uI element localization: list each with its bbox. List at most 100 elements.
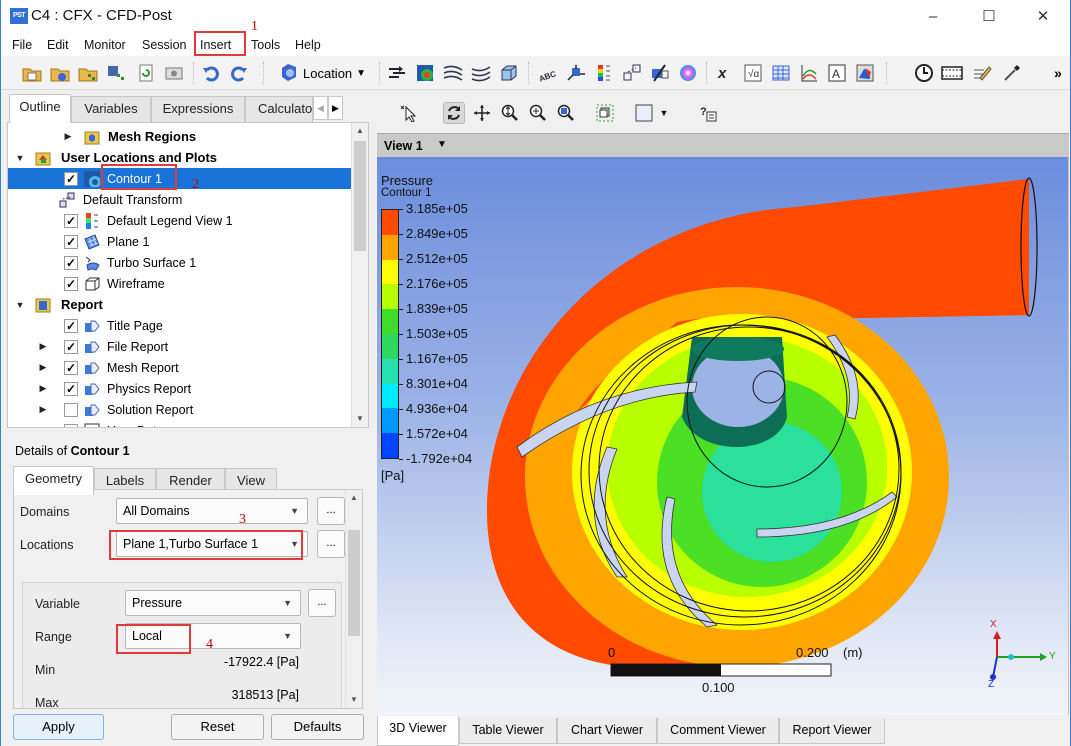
tree-item-title-page[interactable]: ✓ Title Page [8, 315, 351, 336]
contour-icon[interactable] [414, 62, 436, 84]
scrollbar-thumb[interactable] [354, 141, 366, 251]
menu-edit[interactable]: Edit [47, 38, 69, 52]
menu-tools[interactable]: Tools [251, 38, 280, 52]
location-dropdown[interactable]: Location ▼ [279, 62, 366, 84]
tree-item-physics-report[interactable]: ▶ ✓ Physics Report [8, 378, 351, 399]
checkbox-checked[interactable]: ✓ [64, 255, 78, 270]
quick-editor-icon[interactable] [971, 62, 993, 84]
tree-item-report[interactable]: ▼ Report [8, 294, 351, 315]
load-results-icon[interactable] [77, 62, 99, 84]
scroll-down-icon[interactable]: ▼ [346, 692, 362, 708]
expand-icon[interactable]: ▶ [38, 404, 48, 415]
viewport-layout-icon[interactable] [633, 102, 655, 124]
tab-geometry[interactable]: Geometry [13, 466, 94, 495]
close-button[interactable]: ✕ [1023, 6, 1063, 28]
variable-icon[interactable]: x [714, 62, 736, 84]
zoom-box-icon[interactable] [527, 102, 549, 124]
locations-select[interactable]: Plane 1,Turbo Surface 1 ▼ [116, 531, 308, 557]
tab-calculators[interactable]: Calculato [245, 96, 313, 122]
tree-item-solution-report[interactable]: ▶ Solution Report [8, 399, 351, 420]
menu-help[interactable]: Help [295, 38, 321, 52]
tree-item-turbo-surface-1[interactable]: ✓ Turbo Surface 1 [8, 252, 351, 273]
checkbox-checked[interactable]: ✓ [64, 276, 78, 291]
tree-item-user-data[interactable]: ✓ A User Data [8, 420, 351, 427]
tab-table-viewer[interactable]: Table Viewer [459, 718, 557, 744]
scroll-up-icon[interactable]: ▲ [352, 123, 368, 139]
outline-scrollbar[interactable]: ▲ ▼ [351, 123, 368, 427]
save-project-icon[interactable] [105, 62, 127, 84]
chevron-down-icon[interactable]: ▼ [653, 102, 675, 124]
checkbox-checked[interactable]: ✓ [64, 213, 78, 228]
domains-select[interactable]: All Domains ▼ [116, 498, 308, 524]
collapse-icon[interactable]: ▼ [15, 153, 25, 163]
scroll-down-icon[interactable]: ▼ [352, 411, 368, 427]
toggle-viewport-icon[interactable] [594, 102, 616, 124]
menu-insert[interactable]: Insert [200, 38, 231, 52]
scroll-up-icon[interactable]: ▲ [346, 490, 362, 506]
menu-monitor[interactable]: Monitor [84, 38, 126, 52]
tab-report-viewer[interactable]: Report Viewer [779, 718, 885, 744]
expand-icon[interactable]: ▶ [38, 341, 48, 352]
domains-more-button[interactable]: ... [317, 497, 345, 525]
tree-item-default-transform[interactable]: Default Transform [8, 189, 351, 210]
color-map-icon[interactable] [677, 62, 699, 84]
tree-item-default-legend-view[interactable]: ✓ Default Legend View 1 [8, 210, 351, 231]
tab-3d-viewer[interactable]: 3D Viewer [377, 716, 459, 746]
view-dropdown-icon[interactable]: ▼ [437, 139, 447, 150]
tree-item-user-locations[interactable]: ▼ User Locations and Plots [8, 147, 351, 168]
defaults-button[interactable]: Defaults [271, 714, 364, 740]
figure-icon[interactable] [854, 62, 876, 84]
load-state-icon[interactable] [21, 62, 43, 84]
refresh-icon[interactable] [135, 62, 157, 84]
menu-session[interactable]: Session [142, 38, 186, 52]
checkbox-checked[interactable]: ✓ [64, 423, 78, 427]
instance-transform-icon[interactable] [621, 62, 643, 84]
checkbox-unchecked[interactable] [64, 402, 78, 417]
tab-scroll-left-icon[interactable]: ◀ [313, 96, 328, 120]
checkbox-checked[interactable]: ✓ [64, 360, 78, 375]
tree-item-plane-1[interactable]: ✓ Plane 1 [8, 231, 351, 252]
timestep-icon[interactable] [913, 62, 935, 84]
legend-icon[interactable] [593, 62, 615, 84]
pan-icon[interactable] [471, 102, 493, 124]
undo-icon[interactable] [200, 62, 222, 84]
tree-item-mesh-regions[interactable]: ▶ Mesh Regions [8, 126, 351, 147]
checkbox-checked[interactable]: ✓ [64, 339, 78, 354]
animation-icon[interactable] [941, 62, 963, 84]
tree-item-wireframe[interactable]: ✓ Wireframe [8, 273, 351, 294]
locations-more-button[interactable]: ... [317, 530, 345, 558]
reset-button[interactable]: Reset [171, 714, 264, 740]
probe-icon[interactable] [1001, 62, 1023, 84]
vector-icon[interactable] [386, 62, 408, 84]
chart-icon[interactable] [798, 62, 820, 84]
tab-scroll-right-icon[interactable]: ▶ [328, 96, 343, 120]
minimize-button[interactable]: – [913, 6, 953, 28]
checkbox-checked[interactable]: ✓ [64, 171, 78, 186]
comment-icon[interactable]: A [826, 62, 848, 84]
tree-item-mesh-report[interactable]: ▶ ✓ Mesh Report [8, 357, 351, 378]
clip-plane-icon[interactable] [649, 62, 671, 84]
save-state-icon[interactable] [49, 62, 71, 84]
redo-icon[interactable] [228, 62, 250, 84]
3d-viewport[interactable]: Pressure Contour 1 3.185e+05 2.849e+05 2.5… [377, 157, 1069, 715]
fit-view-icon[interactable] [555, 102, 577, 124]
tab-outline[interactable]: Outline [9, 94, 71, 123]
checkbox-checked[interactable]: ✓ [64, 318, 78, 333]
tree-item-contour-1[interactable]: ✓ Contour 1 [8, 168, 351, 189]
tab-chart-viewer[interactable]: Chart Viewer [557, 718, 657, 744]
expand-icon[interactable]: ▶ [63, 131, 73, 142]
apply-button[interactable]: Apply [13, 714, 104, 740]
streamline-icon[interactable] [442, 62, 464, 84]
menu-file[interactable]: File [12, 38, 32, 52]
table-icon[interactable] [770, 62, 792, 84]
text-icon[interactable]: ABC [537, 62, 559, 84]
checkbox-checked[interactable]: ✓ [64, 234, 78, 249]
help-icon[interactable]: ? [697, 102, 719, 124]
tab-variables[interactable]: Variables [71, 96, 151, 122]
variable-more-button[interactable]: ... [308, 589, 336, 617]
toolbar-overflow-button[interactable]: » [1047, 62, 1069, 84]
details-scrollbar[interactable]: ▲ ▼ [345, 490, 362, 708]
scrollbar-thumb[interactable] [348, 530, 360, 636]
tab-comment-viewer[interactable]: Comment Viewer [657, 718, 779, 744]
select-icon[interactable] [397, 102, 419, 124]
